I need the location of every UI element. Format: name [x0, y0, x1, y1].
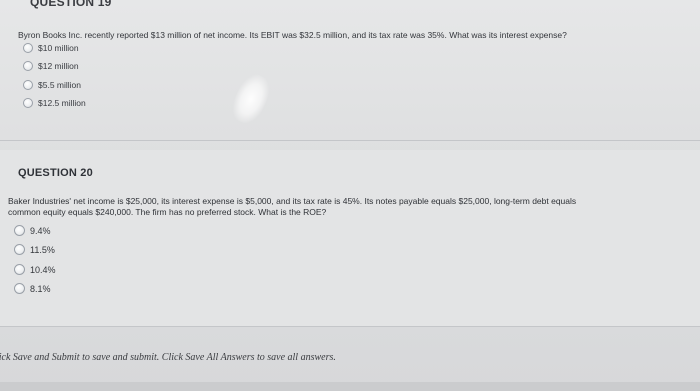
q20-option-2[interactable]: 11.5%	[14, 244, 55, 255]
radio-button[interactable]	[14, 264, 25, 275]
radio-button[interactable]	[23, 61, 33, 71]
q19-option-4[interactable]: $12.5 million	[23, 98, 86, 108]
q20-option-3[interactable]: 10.4%	[14, 264, 56, 275]
question-19-header: QUESTION 19	[30, 0, 112, 9]
radio-button[interactable]	[23, 98, 33, 108]
q19-option-3-label: $5.5 million	[38, 80, 81, 90]
radio-button[interactable]	[14, 244, 25, 255]
question-20-header: QUESTION 20	[18, 167, 93, 179]
q19-option-2-label: $12 million	[38, 61, 79, 71]
radio-button[interactable]	[14, 283, 25, 294]
radio-button[interactable]	[14, 225, 25, 236]
q19-option-1[interactable]: $10 million	[23, 43, 79, 53]
question-19-text: Byron Books Inc. recently reported $13 m…	[18, 30, 567, 40]
q20-option-3-label: 10.4%	[30, 264, 56, 275]
save-instructions: lick Save and Submit to save and submit.…	[0, 352, 336, 363]
q19-option-2[interactable]: $12 million	[23, 61, 79, 71]
radio-button[interactable]	[23, 43, 33, 53]
q20-option-1[interactable]: 9.4%	[14, 225, 51, 236]
q20-option-4[interactable]: 8.1%	[14, 283, 51, 294]
q20-option-4-label: 8.1%	[30, 283, 51, 294]
question-20-text: Baker Industries' net income is $25,000,…	[8, 196, 700, 218]
q20-option-2-label: 11.5%	[30, 244, 55, 255]
q20-option-1-label: 9.4%	[30, 225, 51, 236]
screen-glare	[226, 70, 276, 128]
bottom-edge	[0, 382, 700, 391]
question-20-text-line-2: common equity equals $240,000. The firm …	[8, 207, 327, 217]
divider	[0, 326, 700, 327]
q19-option-4-label: $12.5 million	[38, 98, 86, 108]
radio-button[interactable]	[23, 80, 33, 90]
quiz-page: QUESTION 19 Byron Books Inc. recently re…	[0, 0, 700, 391]
q19-option-3[interactable]: $5.5 million	[23, 80, 81, 90]
question-20-text-line-1: Baker Industries' net income is $25,000,…	[8, 196, 577, 206]
q19-option-1-label: $10 million	[38, 43, 79, 53]
question-20-panel	[0, 150, 700, 326]
divider	[0, 140, 700, 141]
